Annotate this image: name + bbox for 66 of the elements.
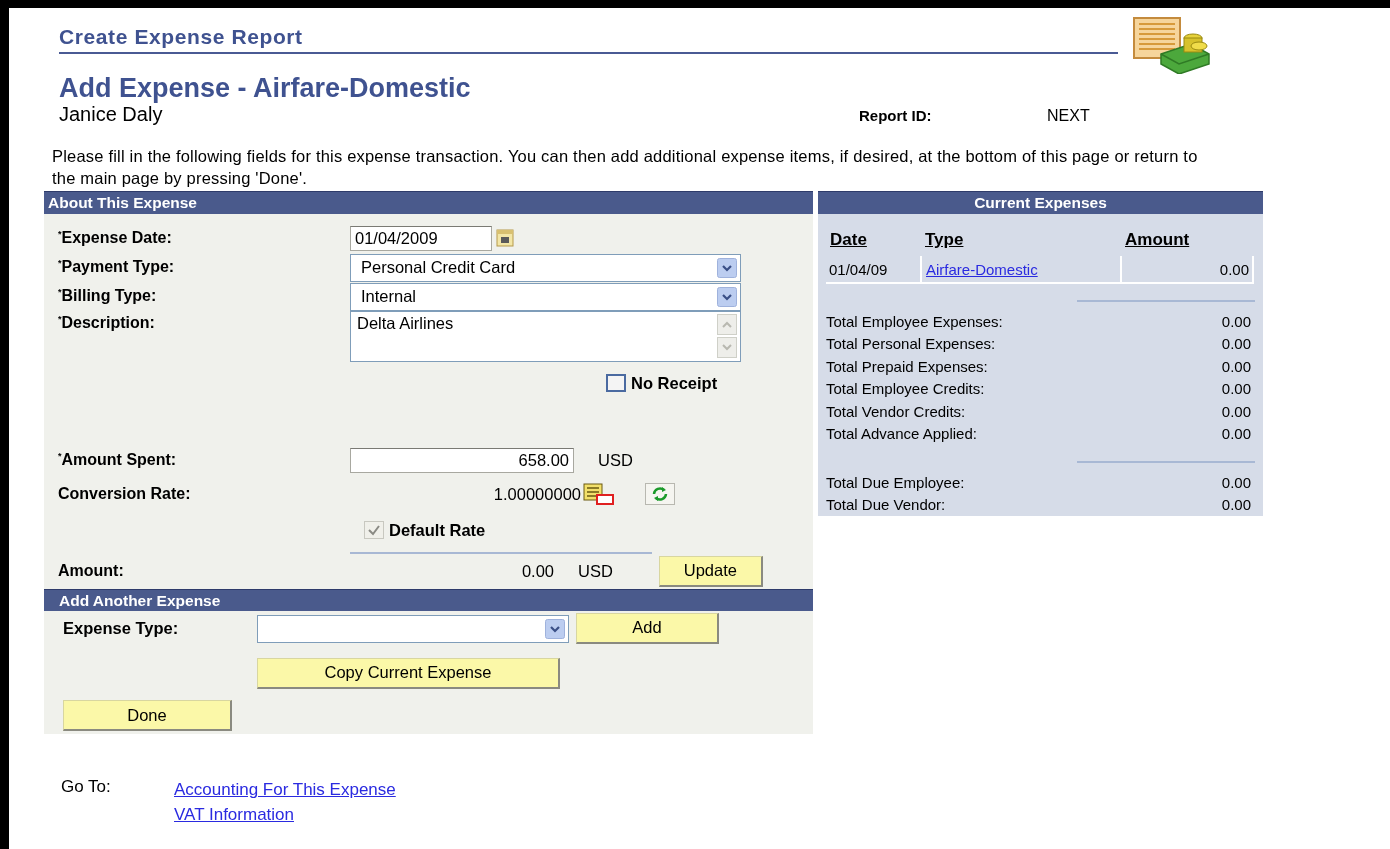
- table-cell: 01/04/09: [826, 256, 922, 282]
- refresh-icon[interactable]: [645, 483, 675, 505]
- description-field[interactable]: Delta Airlines: [350, 311, 741, 362]
- section-header: Current Expenses: [818, 191, 1263, 214]
- total-label: Total Due Vendor:: [826, 496, 946, 514]
- amount-spent-field[interactable]: 658.00: [350, 448, 574, 473]
- report-id-value: NEXT: [1047, 107, 1090, 125]
- go-to-label: Go To:: [61, 777, 112, 798]
- total-value: 0.00: [1221, 335, 1251, 353]
- field-label: Amount:: [58, 562, 125, 580]
- currency-code: USD: [598, 451, 633, 470]
- section-header: Add Another Expense: [44, 589, 813, 611]
- total-label: Total Personal Expenses:: [826, 335, 996, 353]
- total-value: 0.00: [1221, 473, 1251, 491]
- field-label: $^{*}$Description:: [58, 314, 156, 333]
- amount-value: 0.00: [520, 561, 554, 581]
- field-label: $^{*}$Payment Type:: [58, 258, 176, 277]
- billing-type-dropdown[interactable]: Internal: [350, 282, 741, 311]
- report-id-label: Report ID:: [859, 107, 933, 124]
- copy-expense-button[interactable]: Copy Current Expense: [257, 657, 560, 689]
- employee-name: Janice Daly: [59, 103, 164, 126]
- conversion-rate-value: 1.00000000: [492, 484, 581, 504]
- field-label: Conversion Rate:: [58, 485, 192, 503]
- currency-code: USD: [578, 561, 613, 581]
- expense-date-field[interactable]: 01/04/2009: [350, 225, 492, 251]
- total-value: 0.00: [1221, 402, 1251, 420]
- done-button[interactable]: Done: [63, 700, 232, 731]
- field-label: $^{*}$Expense Date:: [58, 228, 173, 248]
- page-title: Add Expense - Airfare-Domestic: [59, 73, 472, 103]
- field-label: $^{*}$Billing Type:: [58, 287, 158, 306]
- column-header: Amount: [1125, 230, 1190, 251]
- payment-type-dropdown[interactable]: Personal Credit Card: [350, 253, 741, 282]
- column-header: Type: [925, 230, 965, 251]
- expense-type-dropdown[interactable]: [257, 615, 569, 643]
- field-label: Expense Type:: [63, 618, 180, 638]
- page-header-title: Create Expense Report: [59, 25, 304, 49]
- total-value: 0.00: [1221, 380, 1251, 398]
- chevron-icon: [717, 257, 737, 278]
- rate-list-icon[interactable]: [583, 483, 615, 505]
- table-cell-text: 0.00: [1218, 260, 1250, 278]
- no-receipt-checkbox[interactable]: [606, 374, 626, 392]
- instructions-text: Please fill in the following fields for this expense transaction. You can then add additional expense items, if desired, at the bottom of this page or return to the main page by pressing 'Done'.: [52, 146, 1199, 189]
- total-label: Total Employee Expenses:: [826, 312, 1003, 330]
- total-label: Total Due Employee:: [826, 473, 965, 491]
- total-value: 0.00: [1221, 425, 1251, 443]
- add-button[interactable]: Add: [576, 612, 719, 644]
- calendar-icon[interactable]: [496, 229, 514, 247]
- go-to-link[interactable]: Accounting For This Expense: [174, 777, 396, 802]
- total-value: 0.00: [1221, 496, 1251, 514]
- section-header: About This Expense: [44, 191, 813, 214]
- total-label: Total Advance Applied:: [826, 425, 977, 443]
- expense-type-link[interactable]: Airfare-Domestic: [926, 260, 1038, 278]
- checkbox-label: No Receipt: [631, 373, 718, 393]
- chevron-icon: [545, 619, 565, 639]
- total-value: 0.00: [1221, 357, 1251, 375]
- go-to-link[interactable]: VAT Information: [174, 802, 396, 827]
- column-header: Date: [830, 230, 868, 251]
- chevron-icon: [717, 286, 737, 307]
- total-value: 0.00: [1221, 312, 1251, 330]
- checkbox-label: Default Rate: [389, 520, 486, 540]
- update-button[interactable]: Update: [658, 555, 763, 587]
- total-label: Total Prepaid Expenses:: [826, 357, 988, 375]
- total-label: Total Vendor Credits:: [826, 402, 966, 420]
- field-label: $^{*}$Amount Spent:: [58, 451, 178, 470]
- scroll-arrows-icon: [717, 314, 737, 358]
- total-label: Total Employee Credits:: [826, 380, 985, 398]
